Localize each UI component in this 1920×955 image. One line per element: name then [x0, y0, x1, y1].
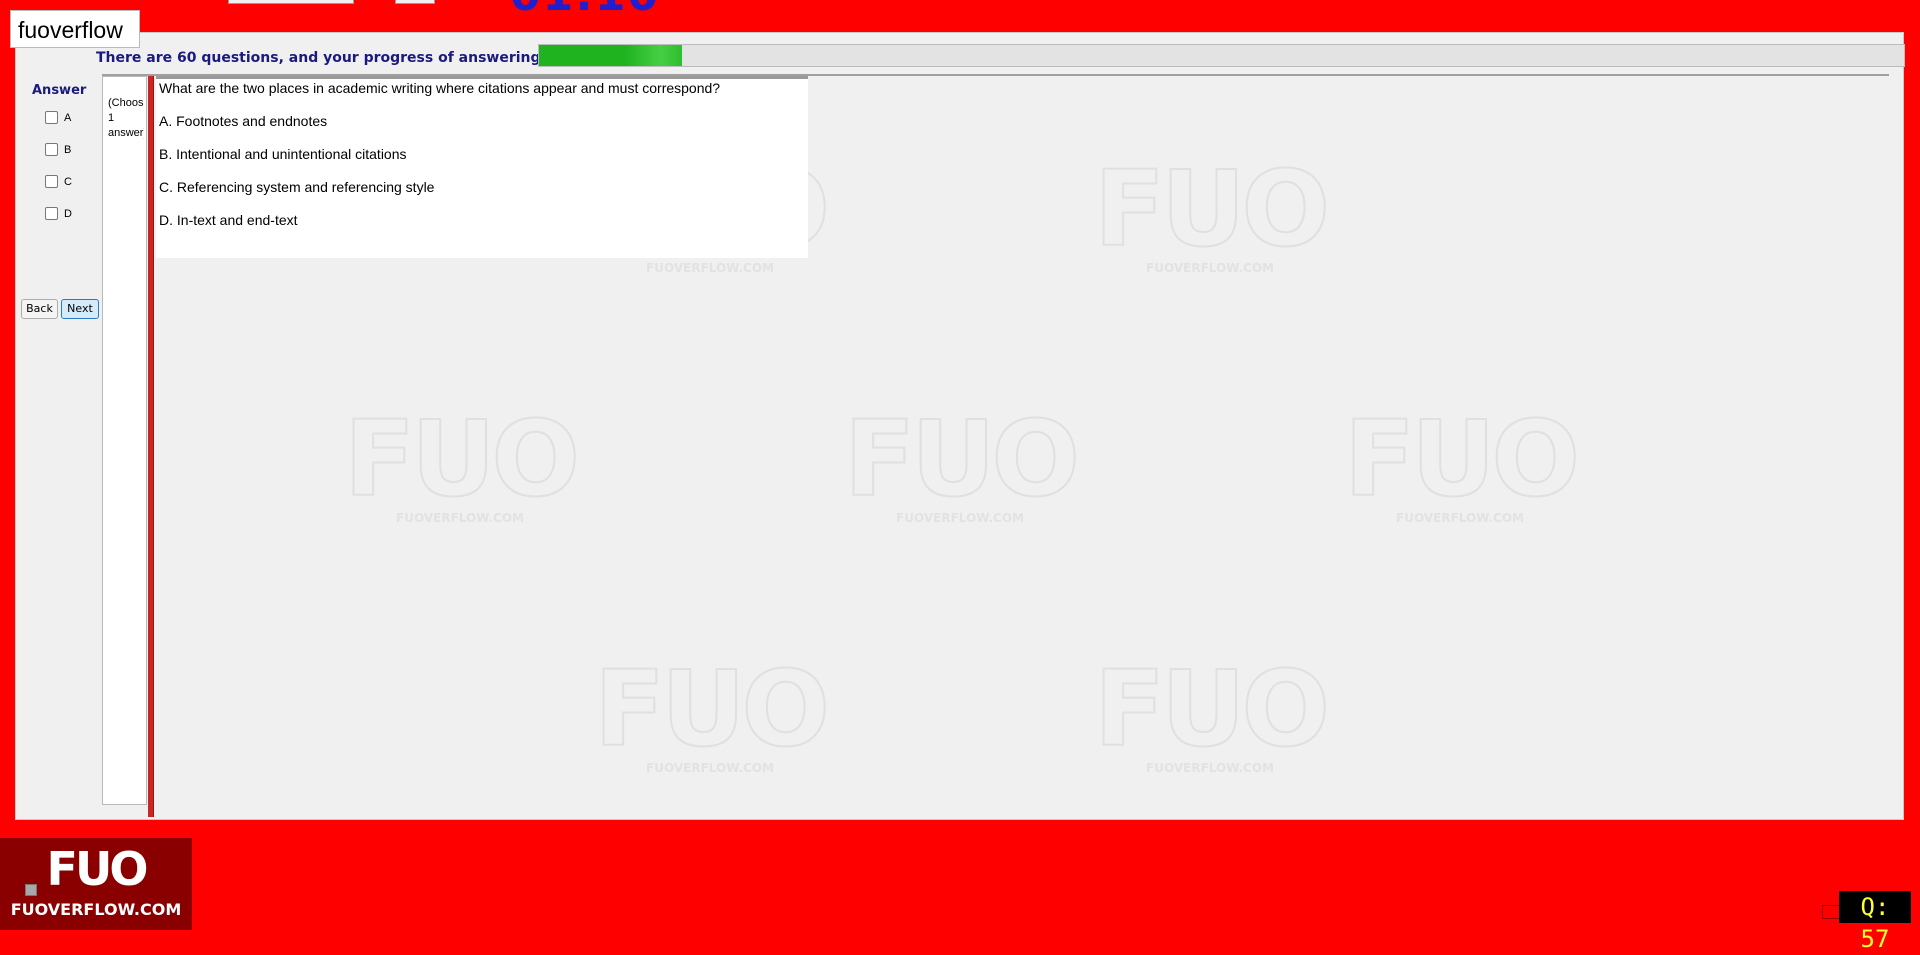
answer-option-a[interactable]: A [45, 111, 71, 124]
small-box [1822, 905, 1840, 919]
progress-bar [538, 44, 1905, 67]
exam-panel: FUOFUOVERFLOW.COM FUOFUOVERFLOW.COM FUOF… [15, 32, 1905, 820]
watermark: FUOFUOVERFLOW.COM [593, 648, 831, 775]
answer-option-label: B [64, 143, 72, 156]
next-button[interactable]: Next [61, 299, 99, 319]
answer-option-c[interactable]: C [45, 175, 72, 188]
question-box: What are the two places in academic writ… [156, 76, 808, 258]
checkbox-icon[interactable] [45, 207, 58, 220]
answer-option-label: A [64, 111, 72, 124]
question-option-c: C. Referencing system and referencing st… [159, 179, 435, 195]
watermark: FUOFUOVERFLOW.COM [1093, 648, 1331, 775]
question-option-d: D. In-text and end-text [159, 212, 298, 228]
timer: 01:10 [510, 0, 660, 21]
logo-text: FUOVERFLOW.COM [10, 900, 182, 919]
answer-option-label: C [64, 175, 72, 188]
splitter-bar[interactable] [148, 76, 154, 817]
watermark: FUOFUOVERFLOW.COM [1343, 398, 1581, 525]
watermark: FUOFUOVERFLOW.COM [343, 398, 581, 525]
progress-caption: There are 60 questions, and your progres… [96, 50, 559, 66]
instruction-box: (Choose 1 answer) [102, 76, 147, 805]
answer-option-d[interactable]: D [45, 207, 72, 220]
progress-fill [539, 45, 683, 66]
question-option-b: B. Intentional and unintentional citatio… [159, 146, 407, 162]
answer-option-label: D [64, 207, 72, 220]
top-small-box [395, 0, 435, 4]
instruction-text: (Choose 1 answer) [108, 97, 144, 139]
question-text: What are the two places in academic writ… [159, 80, 721, 96]
checkbox-icon[interactable] [45, 111, 58, 124]
answer-title: Answer [32, 83, 87, 98]
top-input-box [228, 0, 354, 4]
checkbox-icon[interactable] [45, 175, 58, 188]
brand-label: fuoverflow [10, 10, 140, 48]
watermark: FUOFUOVERFLOW.COM [843, 398, 1081, 525]
question-counter: Q: 57 [1839, 891, 1911, 953]
checkbox-icon[interactable] [45, 143, 58, 156]
question-option-a: A. Footnotes and endnotes [159, 113, 328, 129]
back-button[interactable]: Back [21, 299, 58, 319]
small-checkbox[interactable] [25, 884, 37, 896]
answer-option-b[interactable]: B [45, 143, 71, 156]
watermark: FUOFUOVERFLOW.COM [1093, 148, 1331, 275]
